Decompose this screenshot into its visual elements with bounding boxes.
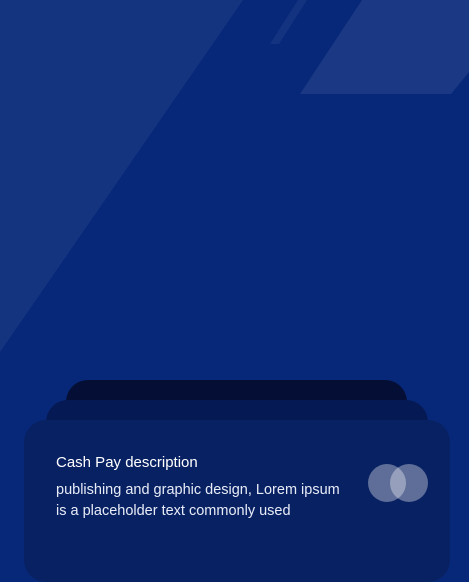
- card-title: Cash Pay description: [56, 454, 198, 471]
- cash-pay-card[interactable]: Cash Pay description publishing and grap…: [24, 420, 450, 582]
- overlapping-circles-icon: [368, 464, 428, 502]
- card-stack: Cash Pay description publishing and grap…: [0, 0, 469, 582]
- card-description: publishing and graphic design, Lorem ips…: [56, 482, 340, 519]
